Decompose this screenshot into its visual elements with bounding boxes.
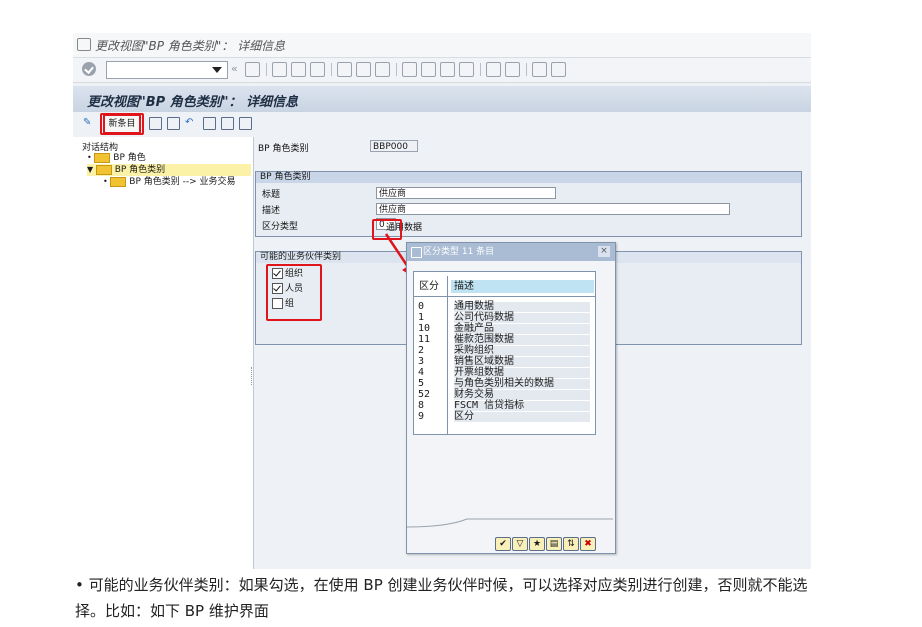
cancel-icon[interactable]: ✖ xyxy=(580,536,596,551)
save-icon[interactable] xyxy=(245,62,260,77)
splitter-handle[interactable] xyxy=(251,367,254,385)
role-category-field: BBP000 xyxy=(370,140,418,152)
popup-button-bar: ✔ ▽ ★ ▤ ⇅ ✖ xyxy=(495,533,597,551)
value-help-popup: 区分类型 11 条目 × 区分 描述 0 通用数据 1 公司代码数据 10 金融产品 … xyxy=(406,242,616,554)
description-label: 描述 xyxy=(262,206,281,216)
tree-item-bp-role[interactable]: • BP 角色 xyxy=(87,152,146,164)
list-item[interactable]: 4 开票组数据 xyxy=(418,368,590,378)
list-item[interactable]: 9 区分 xyxy=(418,412,590,422)
highlight-partner-options xyxy=(266,264,322,321)
group-header: BP 角色类别 xyxy=(256,172,801,183)
find-next-icon[interactable] xyxy=(375,62,390,77)
tree-item-role-category-transactions[interactable]: • BP 角色类别 --> 业务交易 xyxy=(103,176,236,188)
next-page-icon[interactable] xyxy=(440,62,455,77)
deselect-icon[interactable] xyxy=(239,117,252,130)
role-category-label: BP 角色类别 xyxy=(258,144,309,154)
value-list: 区分 描述 0 通用数据 1 公司代码数据 10 金融产品 11 催款范围数据 2 采购组… xyxy=(413,271,596,435)
find-icon[interactable]: ▤ xyxy=(546,536,562,551)
copy-icon[interactable] xyxy=(149,117,162,130)
system-toolbar: « xyxy=(73,58,811,83)
column-header-description[interactable]: 描述 xyxy=(451,280,594,293)
list-item[interactable]: 11 催款范围数据 xyxy=(418,335,590,345)
list-item[interactable]: 10 金融产品 xyxy=(418,324,590,334)
list-item[interactable]: 2 采购组织 xyxy=(418,346,590,356)
list-item[interactable]: 3 销售区域数据 xyxy=(418,357,590,367)
header-divider xyxy=(414,296,595,297)
enter-icon[interactable] xyxy=(82,62,96,76)
filter-icon[interactable]: ▽ xyxy=(512,536,528,551)
command-field[interactable] xyxy=(106,61,228,79)
title-label: 标题 xyxy=(262,190,281,200)
previous-page-icon[interactable] xyxy=(421,62,436,77)
popup-window-icon xyxy=(411,247,422,258)
print-icon[interactable] xyxy=(337,62,352,77)
first-page-icon[interactable] xyxy=(402,62,417,77)
toolbar-separator: « xyxy=(231,62,238,75)
list-item[interactable]: 8 FSCM 信贷指标 xyxy=(418,401,590,411)
window-icon xyxy=(77,38,91,51)
dropdown-arrow-icon[interactable] xyxy=(212,67,222,73)
tree-item-label: BP 角色 xyxy=(113,153,146,163)
diff-type-label: 区分类型 xyxy=(262,222,299,232)
dialog-structure-tree: 对话结构 • BP 角色 ▼ BP 角色类别 • BP 角色类别 --> 业务交… xyxy=(73,137,254,569)
title-input[interactable]: 供应商 xyxy=(376,187,556,199)
layout-icon[interactable] xyxy=(551,62,566,77)
change-display-icon[interactable]: ✎ xyxy=(83,117,94,128)
folder-icon xyxy=(94,152,111,163)
select-all-icon[interactable] xyxy=(203,117,216,130)
popup-title: 区分类型 11 条目 xyxy=(423,247,495,257)
bullet-marker: • xyxy=(75,576,84,594)
column-header-key[interactable]: 区分 xyxy=(419,280,439,293)
shortcut-icon[interactable] xyxy=(505,62,520,77)
popup-title-bar: 区分类型 11 条目 × xyxy=(407,243,615,261)
role-category-group: BP 角色类别 标题 供应商 描述 供应商 区分类型 0 通用数据 xyxy=(255,171,802,237)
tree-item-label: BP 角色类别 xyxy=(114,165,166,175)
open-folder-icon xyxy=(95,164,112,175)
caption-text: 可能的业务伙伴类别：如果勾选，在使用 BP 创建业务伙伴时候，可以选择对应类别进… xyxy=(75,576,808,620)
last-page-icon[interactable] xyxy=(459,62,474,77)
list-item[interactable]: 5 与角色类别相关的数据 xyxy=(418,379,590,389)
find-icon[interactable] xyxy=(356,62,371,77)
highlight-new-entries xyxy=(100,113,144,135)
confirm-icon[interactable]: ✔ xyxy=(495,536,511,551)
list-item[interactable]: 52 财务交易 xyxy=(418,390,590,400)
system-toolbar-icons xyxy=(245,62,570,78)
delete-icon[interactable] xyxy=(167,117,180,130)
window-title: 更改视图"BP 角色类别"： 详细信息 xyxy=(95,39,286,53)
tree-item-bp-role-category[interactable]: ▼ BP 角色类别 xyxy=(87,164,251,176)
screen-header: 更改视图"BP 角色类别"： 详细信息 xyxy=(73,86,811,112)
popup-divider-curve xyxy=(407,518,613,528)
select-block-icon[interactable] xyxy=(221,117,234,130)
search-help-icon[interactable]: ★ xyxy=(529,536,545,551)
close-icon[interactable]: × xyxy=(598,246,610,257)
new-session-icon[interactable] xyxy=(486,62,501,77)
cancel-icon[interactable] xyxy=(310,62,325,77)
sort-icon[interactable]: ⇅ xyxy=(563,536,579,551)
list-item[interactable]: 1 公司代码数据 xyxy=(418,313,590,323)
list-item[interactable]: 0 通用数据 xyxy=(418,302,590,312)
window-title-bar: 更改视图"BP 角色类别"： 详细信息 xyxy=(73,33,811,58)
application-toolbar: ✎ 新条目 ↶ xyxy=(73,112,811,136)
description-input[interactable]: 供应商 xyxy=(376,203,730,215)
folder-icon xyxy=(110,176,127,187)
back-icon[interactable] xyxy=(272,62,287,77)
caption-paragraph: • 可能的业务伙伴类别：如果勾选，在使用 BP 创建业务伙伴时候，可以选择对应类… xyxy=(75,572,835,624)
help-icon[interactable] xyxy=(532,62,547,77)
tree-item-label: BP 角色类别 --> 业务交易 xyxy=(129,177,236,187)
screen-title: 更改视图"BP 角色类别"： 详细信息 xyxy=(87,95,299,110)
undo-icon[interactable]: ↶ xyxy=(185,117,196,128)
exit-icon[interactable] xyxy=(291,62,306,77)
